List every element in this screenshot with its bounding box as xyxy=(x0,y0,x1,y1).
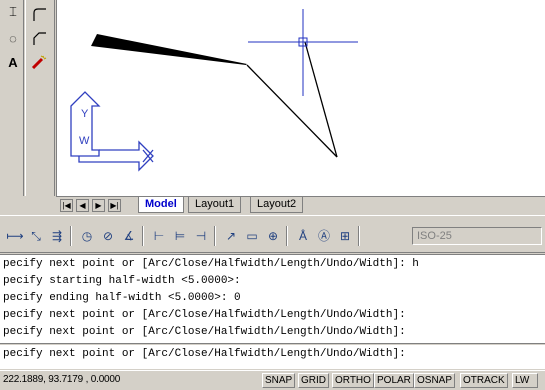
angular-dim-icon[interactable]: ∡ xyxy=(120,228,138,244)
snap-toggle[interactable]: SNAP xyxy=(262,373,296,388)
center-mark-icon[interactable]: ⊕ xyxy=(264,228,282,244)
toolbar-separator xyxy=(286,226,288,246)
tab-nav-last-button[interactable]: ▶| xyxy=(108,199,121,212)
radius-dim-icon[interactable]: ◷ xyxy=(78,228,96,244)
drawing-area[interactable]: Y W xyxy=(56,0,545,196)
status-bar: 222.1889, 93.7179 , 0.0000 SNAP GRID ORT… xyxy=(0,370,545,390)
tab-nav-prev-button[interactable]: ◀ xyxy=(76,199,89,212)
command-line: pecify next point or [Arc/Close/Halfwidt… xyxy=(3,326,406,338)
polyline-wedge xyxy=(91,34,247,65)
ucs-y-label: Y xyxy=(81,108,89,120)
toolbar-icon[interactable]: A xyxy=(2,52,24,72)
linear-dim-icon[interactable]: ⟼ xyxy=(6,228,24,244)
dim-edit-icon[interactable]: Å xyxy=(294,228,312,244)
command-window[interactable]: pecify next point or [Arc/Close/Halfwidt… xyxy=(0,254,545,369)
command-line: pecify next point or [Arc/Close/Halfwidt… xyxy=(3,258,419,270)
toolbar-icon[interactable]: ◌ xyxy=(2,28,24,48)
tolerance-icon[interactable]: ▭ xyxy=(243,228,261,244)
tab-nav-next-button[interactable]: ▶ xyxy=(92,199,105,212)
diameter-dim-icon[interactable]: ⊘ xyxy=(99,228,117,244)
ucs-w-label: W xyxy=(79,135,90,147)
tab-model[interactable]: Model xyxy=(138,197,184,213)
dim-text-edit-icon[interactable]: Ⓐ xyxy=(315,228,333,244)
dimension-toolbar: ⟼ ⤡ ⇶ ◷ ⊘ ∡ ⊢ ⊨ ⊣ ↗ ▭ ⊕ Å Ⓐ ⊞ ISO-25 xyxy=(0,215,545,253)
baseline-dim-icon[interactable]: ⊨ xyxy=(171,228,189,244)
command-line: pecify next point or [Arc/Close/Halfwidt… xyxy=(3,309,406,321)
command-prompt-input[interactable]: pecify next point or [Arc/Close/Halfwidt… xyxy=(3,348,406,360)
draw-toolbar-left: ⌶ ◌ A xyxy=(0,0,24,196)
toolbar-separator xyxy=(70,226,72,246)
dim-style-select[interactable]: ISO-25 xyxy=(412,227,542,245)
dim-update-icon[interactable]: ⊞ xyxy=(336,228,354,244)
ordinate-dim-icon[interactable]: ⇶ xyxy=(48,228,66,244)
chamfer-icon[interactable] xyxy=(28,28,50,48)
polar-toggle[interactable]: POLAR xyxy=(374,373,414,388)
otrack-toggle[interactable]: OTRACK xyxy=(460,373,508,388)
layout-tab-strip: |◀ ◀ ▶ ▶| Model Layout1 Layout2 xyxy=(56,196,545,214)
explode-icon[interactable] xyxy=(28,52,50,72)
toolbar-separator xyxy=(214,226,216,246)
tab-nav-first-button[interactable]: |◀ xyxy=(60,199,73,212)
modify-toolbar-left xyxy=(25,0,55,196)
tab-layout1[interactable]: Layout1 xyxy=(188,197,242,213)
aligned-dim-icon[interactable]: ⤡ xyxy=(27,228,45,244)
leader-icon[interactable]: ↗ xyxy=(222,228,240,244)
ortho-toggle[interactable]: ORTHO xyxy=(332,373,374,388)
continue-dim-icon[interactable]: ⊣ xyxy=(192,228,210,244)
toolbar-separator xyxy=(358,226,360,246)
fillet-icon[interactable] xyxy=(28,4,50,24)
command-line: pecify ending half-width <5.0000>: 0 xyxy=(3,292,241,304)
toolbar-separator xyxy=(142,226,144,246)
osnap-toggle[interactable]: OSNAP xyxy=(414,373,456,388)
coordinate-readout: 222.1889, 93.7179 , 0.0000 xyxy=(3,374,121,385)
command-line: pecify starting half-width <5.0000>: xyxy=(3,275,241,287)
polyline-segment xyxy=(246,64,338,158)
lineweight-toggle[interactable]: LW xyxy=(512,373,539,388)
tab-layout2[interactable]: Layout2 xyxy=(250,197,304,213)
ucs-icon xyxy=(70,91,154,172)
toolbar-icon[interactable]: ⌶ xyxy=(2,2,24,22)
quick-dim-icon[interactable]: ⊢ xyxy=(150,228,168,244)
grid-toggle[interactable]: GRID xyxy=(298,373,329,388)
command-separator xyxy=(0,343,545,345)
